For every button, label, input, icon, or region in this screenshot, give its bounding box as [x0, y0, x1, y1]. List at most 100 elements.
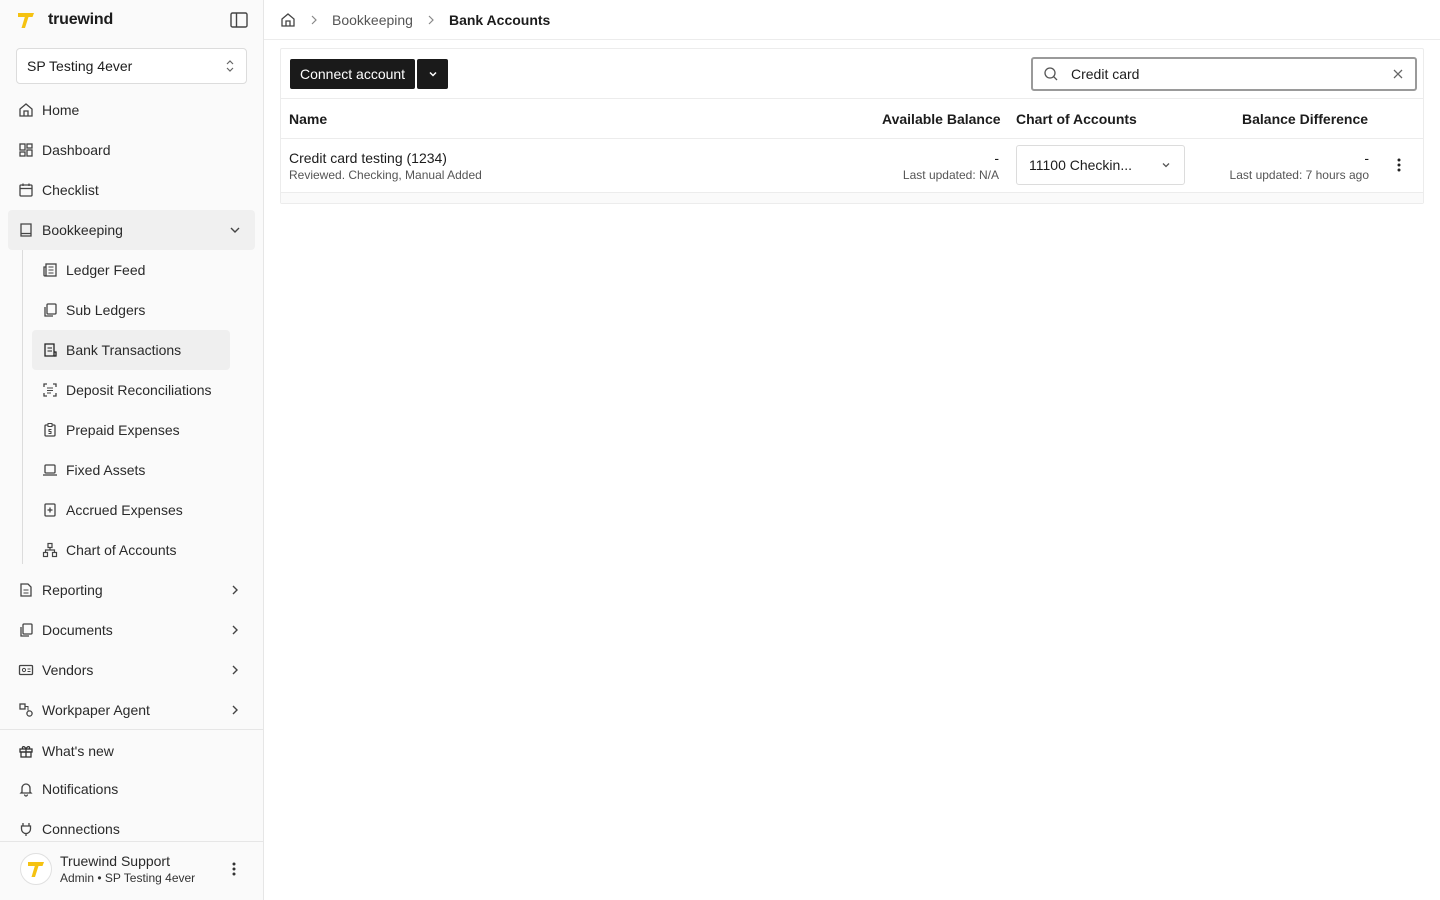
nav-vendors[interactable]: Vendors [8, 650, 255, 690]
nav-fixed-assets[interactable]: Fixed Assets [32, 450, 230, 490]
notifications-label: Notifications [42, 781, 119, 797]
nav-bank-transactions[interactable]: Bank Transactions [32, 330, 230, 370]
nav-chart-of-accounts-label: Chart of Accounts [66, 542, 177, 558]
sidebar: truewind SP Testing 4ever Home Dashboard [0, 0, 264, 900]
nav-reporting[interactable]: Reporting [8, 570, 255, 610]
plug-icon [18, 821, 34, 837]
whats-new-link[interactable]: What's new [18, 743, 114, 759]
nav-accrued-expenses[interactable]: Accrued Expenses [32, 490, 230, 530]
more-vertical-icon[interactable] [1395, 156, 1403, 174]
sidebar-divider [0, 841, 263, 842]
nav-deposit-reconciliations[interactable]: Deposit Reconciliations [32, 370, 230, 410]
chevron-right-icon [232, 705, 238, 715]
sidebar-toggle-icon[interactable] [230, 12, 248, 28]
nav-fixed-assets-label: Fixed Assets [66, 462, 146, 478]
dashboard-icon [18, 142, 34, 158]
connect-account-button[interactable]: Connect account [290, 58, 416, 89]
bank-accounts-card: Connect account Name Available Balance C… [280, 48, 1424, 204]
nav-home-label: Home [42, 102, 80, 118]
available-balance-value: - [994, 150, 999, 166]
hierarchy-icon [42, 542, 58, 558]
home-icon[interactable] [280, 12, 296, 28]
main-nav: Home Dashboard Checklist Bookkeeping Led… [8, 90, 255, 730]
nav-chart-of-accounts[interactable]: Chart of Accounts [32, 530, 230, 570]
breadcrumb: Bookkeeping Bank Accounts [264, 0, 1440, 40]
chart-of-accounts-select[interactable]: 11100 Checkin... [1016, 145, 1185, 185]
connect-options-button[interactable] [417, 58, 449, 89]
more-vertical-icon[interactable] [230, 860, 238, 878]
clipboard-dollar-icon [42, 422, 58, 438]
laptop-icon [42, 462, 58, 478]
breadcrumb-bookkeeping[interactable]: Bookkeeping [332, 12, 413, 28]
nav-documents[interactable]: Documents [8, 610, 255, 650]
table-header: Name Available Balance Chart of Accounts… [281, 99, 1423, 139]
available-balance-updated: Last updated: N/A [902, 168, 999, 182]
nav-workpaper-agent-label: Workpaper Agent [42, 702, 150, 718]
brand: truewind [0, 0, 263, 40]
nav-prepaid-expenses-label: Prepaid Expenses [66, 422, 180, 438]
table-footer [281, 193, 1423, 203]
nav-sub-ledgers[interactable]: Sub Ledgers [32, 290, 230, 330]
brand-name: truewind [48, 11, 114, 28]
nav-ledger-feed-label: Ledger Feed [66, 262, 146, 278]
column-balance-difference[interactable]: Balance Difference [1242, 111, 1368, 127]
copy-icon [42, 302, 58, 318]
available-balance-cell: - Last updated: N/A [903, 149, 999, 183]
connections-link[interactable]: Connections [18, 821, 120, 837]
scan-text-icon [42, 382, 58, 398]
search-box [1031, 57, 1417, 91]
nav-home[interactable]: Home [8, 90, 255, 130]
bookkeeping-submenu: Ledger Feed Sub Ledgers Bank Transaction… [22, 250, 255, 570]
toolbar: Connect account [281, 49, 1423, 99]
truewind-logo-icon [18, 13, 34, 28]
chevron-right-icon [232, 585, 238, 595]
chevron-right-icon [232, 625, 238, 635]
column-name[interactable]: Name [289, 111, 327, 127]
chevron-right-icon [311, 15, 317, 24]
table-row[interactable]: Credit card testing (1234) Reviewed. Che… [281, 139, 1423, 193]
chart-of-accounts-value: 11100 Checkin... [1029, 157, 1132, 173]
nav-deposit-reconciliations-label: Deposit Reconciliations [66, 382, 212, 398]
balance-difference-value: - [1364, 150, 1369, 166]
user-name: Truewind Support [60, 853, 170, 869]
nav-documents-label: Documents [42, 622, 113, 638]
connections-label: Connections [42, 821, 120, 837]
sidebar-divider [0, 729, 263, 730]
whats-new-label: What's new [42, 743, 114, 759]
search-input[interactable] [1071, 66, 1371, 82]
main-content: Bookkeeping Bank Accounts Connect accoun… [264, 0, 1440, 900]
gift-icon [18, 743, 34, 759]
shapes-icon [18, 702, 34, 718]
chevron-right-icon [232, 665, 238, 675]
calendar-check-icon [18, 182, 34, 198]
nav-ledger-feed[interactable]: Ledger Feed [32, 250, 230, 290]
account-name[interactable]: Credit card testing (1234) [289, 149, 482, 167]
account-subtitle: Reviewed. Checking, Manual Added [289, 168, 482, 182]
user-profile[interactable]: Truewind Support Admin • SP Testing 4eve… [20, 852, 195, 886]
chevron-up-down-icon [226, 60, 234, 72]
close-icon[interactable] [1391, 67, 1405, 81]
balance-difference-updated: Last updated: 7 hours ago [1229, 168, 1369, 182]
nav-sub-ledgers-label: Sub Ledgers [66, 302, 146, 318]
nav-bank-transactions-label: Bank Transactions [66, 342, 182, 358]
avatar [20, 853, 52, 885]
nav-vendors-label: Vendors [42, 662, 94, 678]
nav-bookkeeping[interactable]: Bookkeeping [8, 210, 255, 250]
nav-workpaper-agent[interactable]: Workpaper Agent [8, 690, 255, 730]
org-selector[interactable]: SP Testing 4ever [16, 48, 247, 84]
nav-checklist[interactable]: Checklist [8, 170, 255, 210]
search-icon [1044, 67, 1058, 81]
home-icon [18, 102, 34, 118]
notifications-link[interactable]: Notifications [18, 781, 118, 797]
nav-prepaid-expenses[interactable]: Prepaid Expenses [32, 410, 230, 450]
user-role: Admin • SP Testing 4ever [60, 871, 196, 885]
nav-dashboard[interactable]: Dashboard [8, 130, 255, 170]
file-text-icon [18, 582, 34, 598]
nav-checklist-label: Checklist [42, 182, 99, 198]
column-chart-of-accounts[interactable]: Chart of Accounts [1016, 111, 1137, 127]
column-available-balance[interactable]: Available Balance [882, 111, 1001, 127]
book-icon [18, 222, 34, 238]
breadcrumb-current: Bank Accounts [448, 11, 551, 28]
id-card-icon [18, 662, 34, 678]
receipt-icon [42, 342, 58, 358]
